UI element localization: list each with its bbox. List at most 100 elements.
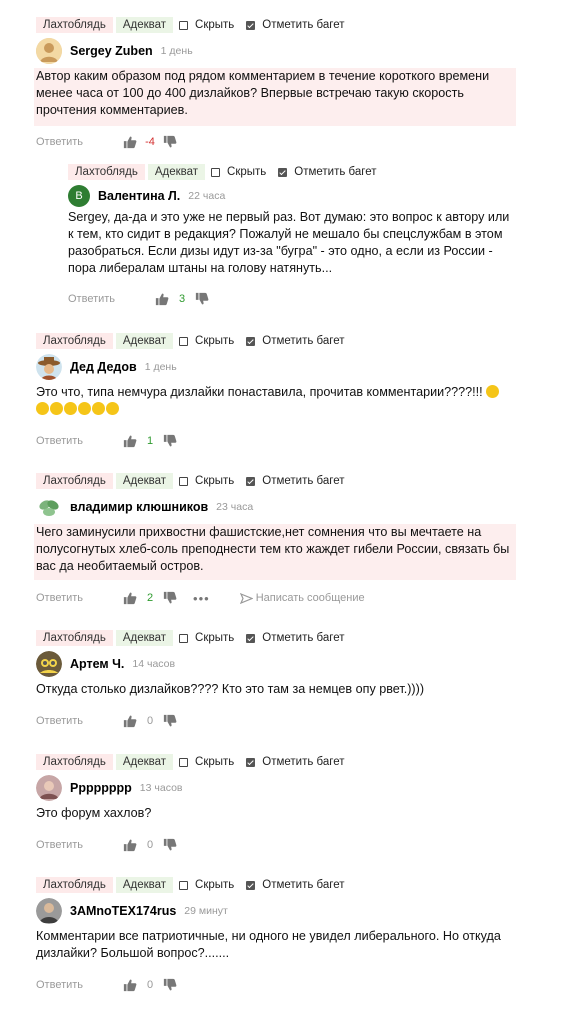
dislike-icon[interactable]: [163, 434, 177, 448]
comment-time[interactable]: 23 часа: [216, 501, 253, 513]
author-name[interactable]: Рррррррр: [70, 781, 132, 795]
mark-bug-checkbox[interactable]: [278, 167, 288, 177]
reply-button[interactable]: Ответить: [36, 839, 83, 851]
comment-toolbar: Лахтоблядь Адекват Скрыть Отметить багет: [36, 877, 351, 893]
comment-text: Чего заминусили прихвостни фашистские,не…: [34, 524, 516, 580]
comment-time[interactable]: 13 часов: [140, 782, 183, 794]
laughing-emoji-icon: [64, 402, 77, 415]
comment-text-content: Это что, типа немчура дизлайки понастави…: [36, 385, 483, 399]
hide-checkbox[interactable]: [179, 20, 189, 30]
author-name[interactable]: Дед Дедов: [70, 360, 137, 374]
face-avatar-icon[interactable]: [36, 38, 62, 64]
mark-bug-label: Отметить багет: [262, 475, 345, 487]
hide-label: Скрыть: [195, 632, 235, 644]
hide-checkbox[interactable]: [179, 757, 189, 767]
comment-actions: Ответить 0: [36, 837, 177, 853]
reply-toolbar: Лахтоблядь Адекват Скрыть Отметить багет: [68, 164, 383, 180]
tag-lahtoblyad[interactable]: Лахтоблядь: [36, 473, 113, 489]
comment-actions: Ответить 2 ••• Написать сообщение: [36, 590, 365, 606]
comment-toolbar: Лахтоблядь Адекват Скрыть Отметить багет: [36, 630, 351, 646]
tag-lahtoblyad[interactable]: Лахтоблядь: [36, 754, 113, 770]
dislike-icon[interactable]: [195, 292, 209, 306]
hide-checkbox[interactable]: [179, 880, 189, 890]
comment-time[interactable]: 22 часа: [188, 190, 225, 202]
author-name[interactable]: 3AMnoTEX174rus: [70, 904, 176, 918]
comment-time[interactable]: 1 день: [145, 361, 177, 373]
tag-lahtoblyad[interactable]: Лахтоблядь: [36, 333, 113, 349]
leaves-avatar-icon[interactable]: [36, 494, 62, 520]
cowboy-avatar-icon[interactable]: [36, 354, 62, 380]
letter-avatar-icon[interactable]: В: [68, 185, 90, 207]
comment-text: Откуда столько дизлайков???? Кто это там…: [36, 682, 425, 696]
tag-adekvat[interactable]: Адекват: [115, 877, 174, 893]
mark-bug-checkbox[interactable]: [246, 633, 256, 643]
comment-actions: Ответить 1: [36, 433, 177, 449]
hide-checkbox[interactable]: [211, 167, 221, 177]
author-name[interactable]: Sergey Zuben: [70, 44, 153, 58]
tag-adekvat[interactable]: Адекват: [115, 333, 174, 349]
tag-adekvat[interactable]: Адекват: [115, 473, 174, 489]
mark-bug-label: Отметить багет: [262, 632, 345, 644]
laughing-emoji-icon: [50, 402, 63, 415]
hide-checkbox[interactable]: [179, 476, 189, 486]
dislike-icon[interactable]: [163, 838, 177, 852]
comment-actions: Ответить 0: [36, 977, 177, 993]
comment-actions: Ответить 0: [36, 713, 177, 729]
comment-time[interactable]: 29 минут: [184, 905, 228, 917]
like-icon[interactable]: [123, 434, 137, 448]
photo-avatar-icon[interactable]: [36, 775, 62, 801]
dislike-icon[interactable]: [163, 591, 177, 605]
mark-bug-label: Отметить багет: [262, 756, 345, 768]
like-icon[interactable]: [155, 292, 169, 306]
tag-lahtoblyad[interactable]: Лахтоблядь: [36, 630, 113, 646]
like-icon[interactable]: [123, 838, 137, 852]
reply-actions: Ответить 3: [68, 291, 209, 307]
reply-button[interactable]: Ответить: [36, 715, 83, 727]
comment-header: Артем Ч. 14 часов: [36, 651, 175, 677]
comment-header: 3AMnoTEX174rus 29 минут: [36, 898, 228, 924]
comment-time[interactable]: 14 часов: [132, 658, 175, 670]
reply-button[interactable]: Ответить: [36, 979, 83, 991]
tag-lahtoblyad[interactable]: Лахтоблядь: [36, 877, 113, 893]
hide-checkbox[interactable]: [179, 336, 189, 346]
tag-lahtoblyad[interactable]: Лахтоблядь: [68, 164, 145, 180]
reply-button[interactable]: Ответить: [36, 136, 83, 148]
more-icon[interactable]: •••: [193, 591, 210, 606]
dislike-icon[interactable]: [163, 978, 177, 992]
like-icon[interactable]: [123, 135, 137, 149]
tag-lahtoblyad[interactable]: Лахтоблядь: [36, 17, 113, 33]
comment-toolbar: Лахтоблядь Адекват Скрыть Отметить багет: [36, 333, 351, 349]
dislike-icon[interactable]: [163, 714, 177, 728]
mark-bug-checkbox[interactable]: [246, 336, 256, 346]
minion-avatar-icon[interactable]: [36, 651, 62, 677]
laughing-emoji-icon: [486, 385, 500, 398]
mark-bug-checkbox[interactable]: [246, 476, 256, 486]
tag-adekvat[interactable]: Адекват: [147, 164, 206, 180]
reply-button[interactable]: Ответить: [36, 592, 83, 604]
reply-button[interactable]: Ответить: [68, 293, 115, 305]
mark-bug-checkbox[interactable]: [246, 20, 256, 30]
person-avatar-icon[interactable]: [36, 898, 62, 924]
reply-button[interactable]: Ответить: [36, 435, 83, 447]
comment-time[interactable]: 1 день: [161, 45, 193, 57]
like-icon[interactable]: [123, 978, 137, 992]
hide-checkbox[interactable]: [179, 633, 189, 643]
author-name[interactable]: владимир клюшников: [70, 500, 208, 514]
hide-label: Скрыть: [195, 879, 235, 891]
comment-score: -4: [145, 136, 155, 148]
like-icon[interactable]: [123, 714, 137, 728]
author-name[interactable]: Валентина Л.: [98, 189, 180, 203]
tag-adekvat[interactable]: Адекват: [115, 754, 174, 770]
tag-adekvat[interactable]: Адекват: [115, 17, 174, 33]
like-icon[interactable]: [123, 591, 137, 605]
comment-actions: Ответить -4: [36, 134, 177, 150]
mark-bug-checkbox[interactable]: [246, 757, 256, 767]
write-message-button[interactable]: Написать сообщение: [239, 592, 365, 604]
mark-bug-label: Отметить багет: [262, 879, 345, 891]
dislike-icon[interactable]: [163, 135, 177, 149]
comment-header: Рррррррр 13 часов: [36, 775, 183, 801]
tag-adekvat[interactable]: Адекват: [115, 630, 174, 646]
hide-label: Скрыть: [227, 166, 267, 178]
mark-bug-checkbox[interactable]: [246, 880, 256, 890]
author-name[interactable]: Артем Ч.: [70, 657, 124, 671]
